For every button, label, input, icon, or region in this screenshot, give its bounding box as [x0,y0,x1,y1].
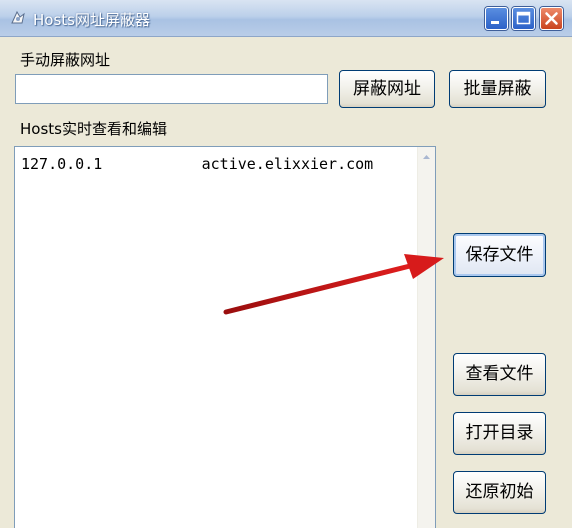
close-icon [545,12,558,25]
minimize-button[interactable] [485,7,508,30]
open-directory-button[interactable]: 打开目录 [453,412,546,455]
title-bar[interactable]: Hosts网址屏蔽器 [0,0,572,37]
url-input[interactable] [15,74,328,104]
block-url-button[interactable]: 屏蔽网址 [339,70,435,108]
scroll-up-icon[interactable] [419,149,434,165]
manual-block-label: 手动屏蔽网址 [20,51,111,69]
hosts-editor-label: Hosts实时查看和编辑 [20,120,167,138]
close-button[interactable] [540,7,563,30]
restore-default-button[interactable]: 还原初始 [453,471,546,514]
app-icon [11,10,25,24]
maximize-button[interactable] [512,7,535,30]
hosts-content[interactable]: 127.0.0.1 active.elixxier.com [21,155,373,173]
app-window: Hosts网址屏蔽器 手动屏蔽网址 屏蔽网址 批量屏蔽 Hosts实时查看和编辑… [0,0,572,528]
minimize-icon [491,21,499,24]
window-title: Hosts网址屏蔽器 [33,11,150,29]
view-file-button[interactable]: 查看文件 [453,353,546,396]
maximize-icon [516,11,531,25]
vertical-scrollbar[interactable] [417,147,435,528]
batch-block-button[interactable]: 批量屏蔽 [449,70,546,108]
hosts-editor[interactable]: 127.0.0.1 active.elixxier.com [14,146,436,528]
save-file-button[interactable]: 保存文件 [453,233,546,277]
